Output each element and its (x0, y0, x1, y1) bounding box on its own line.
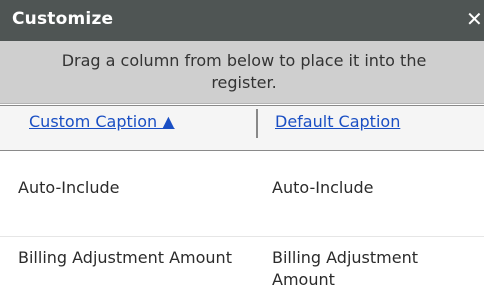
instructions-banner: Drag a column from below to place it int… (0, 41, 484, 104)
instructions-text-line2: register. (211, 73, 277, 92)
instructions-text-line1: Drag a column from below to place it int… (61, 51, 427, 70)
close-icon[interactable]: ✕ (466, 6, 484, 32)
dialog-titlebar[interactable]: Customize ✕ (0, 0, 484, 41)
list-row[interactable]: Billing Adjustment Amount Billing Adjust… (0, 237, 484, 307)
dialog-title: Customize (12, 9, 114, 29)
list-row[interactable]: Auto-Include Auto-Include (0, 151, 484, 237)
custom-caption-header[interactable]: Custom Caption ▲ (29, 112, 175, 131)
default-caption-cell: Billing Adjustment Amount (272, 248, 418, 289)
custom-caption-cell: Auto-Include (18, 178, 120, 197)
custom-caption-cell: Billing Adjustment Amount (18, 248, 232, 267)
column-divider[interactable] (256, 109, 258, 138)
default-caption-header[interactable]: Default Caption (275, 112, 400, 131)
customize-dialog: Customize ✕ Drag a column from below to … (0, 0, 484, 307)
default-caption-cell: Auto-Include (272, 178, 374, 197)
column-header-row: Custom Caption ▲ Default Caption (0, 105, 484, 151)
